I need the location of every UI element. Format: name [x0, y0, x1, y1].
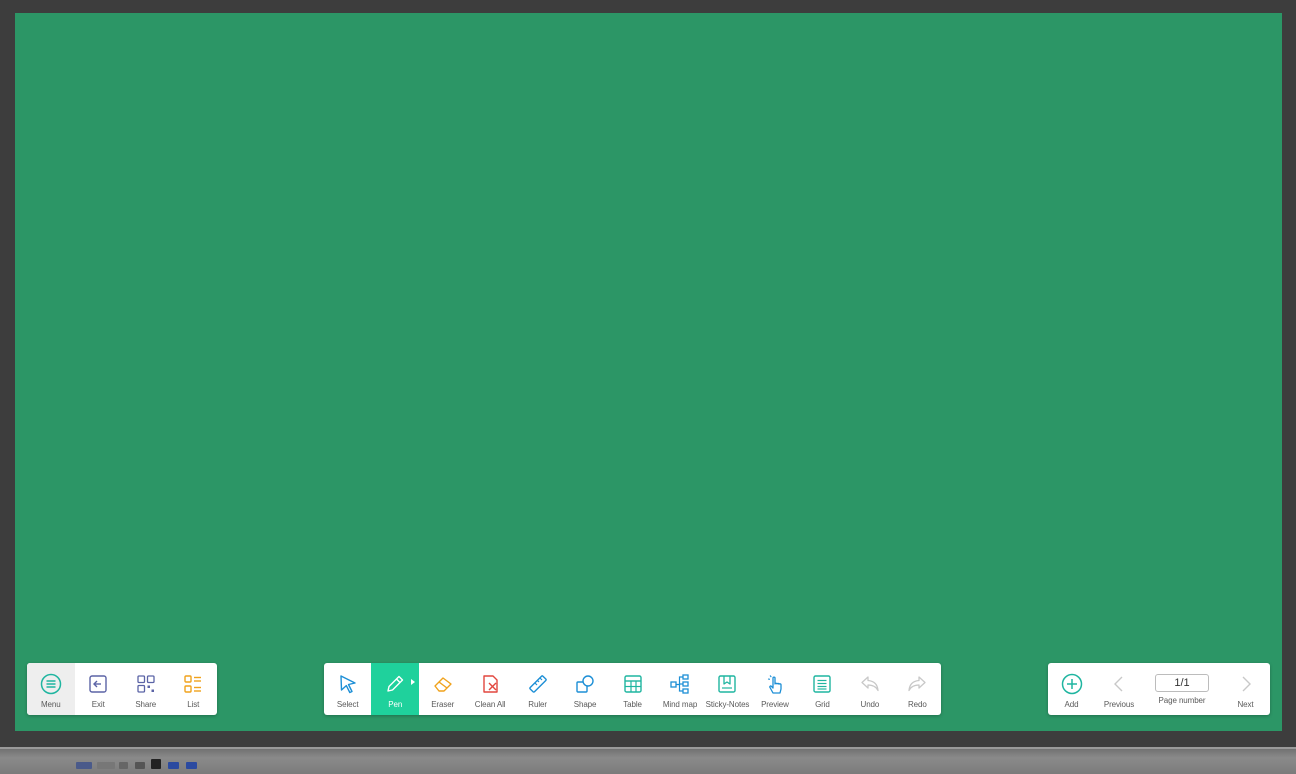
- cursor-icon: [336, 672, 360, 696]
- add-icon: [1060, 672, 1084, 696]
- eraser-label: Eraser: [431, 700, 455, 709]
- menu-label: Menu: [40, 700, 61, 709]
- table-label: Table: [623, 700, 642, 709]
- usb-port-2: [186, 762, 197, 769]
- previous-page-button[interactable]: Previous: [1095, 663, 1143, 715]
- page-toolbar: Add Previous 1/1 Page number Next: [1048, 663, 1270, 715]
- mind-map-label: Mind map: [662, 700, 698, 709]
- undo-button[interactable]: Undo: [846, 663, 893, 715]
- list-button[interactable]: List: [170, 663, 218, 715]
- ruler-label: Ruler: [528, 700, 547, 709]
- page-number-box[interactable]: 1/1: [1155, 674, 1209, 692]
- menu-button[interactable]: Menu: [27, 663, 75, 715]
- redo-label: Redo: [907, 700, 927, 709]
- grid-button[interactable]: Grid: [799, 663, 846, 715]
- exit-label: Exit: [91, 700, 105, 709]
- whiteboard-canvas[interactable]: [15, 13, 1282, 731]
- undo-label: Undo: [860, 700, 880, 709]
- mind-map-icon: [668, 672, 692, 696]
- port-4: [151, 759, 161, 769]
- preview-button[interactable]: Preview: [751, 663, 798, 715]
- mind-map-button[interactable]: Mind map: [656, 663, 703, 715]
- hand-pointer-icon: [763, 672, 787, 696]
- chevron-right-icon: [1234, 672, 1258, 696]
- power-port: [76, 762, 92, 769]
- sticky-notes-button[interactable]: Sticky-Notes: [704, 663, 751, 715]
- exit-icon: [86, 672, 110, 696]
- preview-label: Preview: [761, 700, 789, 709]
- shape-icon: [573, 672, 597, 696]
- shape-label: Shape: [573, 700, 597, 709]
- clean-all-label: Clean All: [474, 700, 506, 709]
- shape-button[interactable]: Shape: [561, 663, 608, 715]
- select-button[interactable]: Select: [324, 663, 371, 715]
- list-icon: [181, 672, 205, 696]
- list-label: List: [187, 700, 200, 709]
- share-icon: [134, 672, 158, 696]
- port-3: [135, 762, 145, 769]
- ruler-icon: [526, 672, 550, 696]
- port-2: [119, 762, 128, 769]
- ruler-button[interactable]: Ruler: [514, 663, 561, 715]
- previous-label: Previous: [1103, 700, 1135, 709]
- sticky-notes-icon: [715, 672, 739, 696]
- page-number-label: Page number: [1158, 696, 1206, 705]
- grid-label: Grid: [815, 700, 830, 709]
- share-button[interactable]: Share: [122, 663, 170, 715]
- page-number[interactable]: 1/1 Page number: [1143, 663, 1221, 715]
- left-toolbar: Menu Exit Share List: [27, 663, 217, 715]
- undo-icon: [858, 672, 882, 696]
- share-label: Share: [135, 700, 157, 709]
- hardware-bezel: [0, 747, 1296, 774]
- grid-icon: [810, 672, 834, 696]
- select-label: Select: [336, 700, 359, 709]
- eraser-button[interactable]: Eraser: [419, 663, 466, 715]
- bezel-edge: [0, 747, 1296, 749]
- pen-icon: [383, 672, 407, 696]
- next-page-button[interactable]: Next: [1221, 663, 1270, 715]
- clean-all-button[interactable]: Clean All: [466, 663, 513, 715]
- clean-all-icon: [478, 672, 502, 696]
- usb-port-1: [168, 762, 179, 769]
- main-toolbar: Select Pen Eraser Clean All Ruler Shape: [324, 663, 941, 715]
- pen-options-caret[interactable]: [410, 679, 415, 685]
- next-label: Next: [1237, 700, 1254, 709]
- table-icon: [621, 672, 645, 696]
- menu-icon: [39, 672, 63, 696]
- port-1: [97, 762, 115, 769]
- add-label: Add: [1064, 700, 1079, 709]
- sticky-notes-label: Sticky-Notes: [705, 700, 750, 709]
- redo-button[interactable]: Redo: [894, 663, 941, 715]
- pen-label: Pen: [388, 700, 403, 709]
- exit-button[interactable]: Exit: [75, 663, 123, 715]
- pen-button[interactable]: Pen: [371, 663, 419, 715]
- add-page-button[interactable]: Add: [1048, 663, 1095, 715]
- table-button[interactable]: Table: [609, 663, 656, 715]
- chevron-left-icon: [1107, 672, 1131, 696]
- eraser-icon: [431, 672, 455, 696]
- redo-icon: [905, 672, 929, 696]
